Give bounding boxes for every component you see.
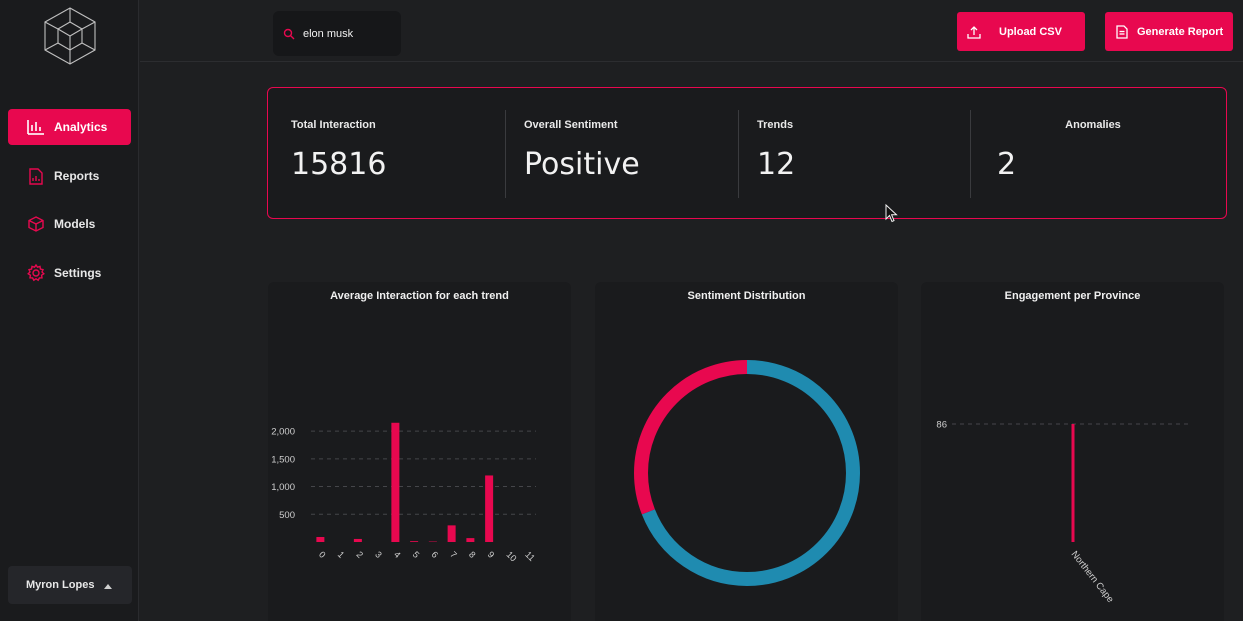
stat-anomalies: Anomalies 2 <box>997 110 1197 198</box>
mouse-cursor-icon <box>885 204 898 223</box>
y-tick-label: 86 <box>936 420 947 431</box>
search-box[interactable] <box>273 11 401 56</box>
stat-value: 2 <box>997 147 1017 182</box>
y-tick-label: 500 <box>279 510 295 521</box>
y-tick-label: 1,500 <box>271 454 295 465</box>
search-input[interactable] <box>303 27 393 40</box>
bar-chart-icon <box>26 117 46 137</box>
x-tick-label: 4 <box>392 549 403 560</box>
x-tick-label: Northern Cape <box>1069 549 1116 605</box>
sidebar-item-settings[interactable]: Settings <box>8 255 131 291</box>
user-name: Myron Lopes <box>26 579 95 591</box>
stat-divider <box>505 110 506 198</box>
upload-csv-label: Upload CSV <box>999 25 1062 38</box>
sidebar-item-reports[interactable]: Reports <box>8 158 131 194</box>
stat-overall-sentiment: Overall Sentiment Positive <box>524 110 724 198</box>
y-tick-label: 1,000 <box>271 482 295 493</box>
bar <box>447 525 456 542</box>
cube-icon <box>26 214 46 234</box>
sentiment-chart-card: Sentiment Distribution <box>595 282 898 621</box>
sidebar-item-label: Analytics <box>54 120 108 134</box>
stat-label: Overall Sentiment <box>524 119 618 131</box>
bar <box>485 475 494 542</box>
app-root: Analytics Reports Models Settings Myron … <box>0 0 1243 621</box>
stat-value: 12 <box>757 147 796 182</box>
bar <box>466 538 475 542</box>
stat-divider <box>738 110 739 198</box>
x-tick-label: 8 <box>467 549 478 560</box>
stat-divider <box>970 110 971 198</box>
province-bar-chart: 86 Northern Cape <box>936 420 1189 605</box>
upload-csv-button[interactable]: Upload CSV <box>957 12 1085 51</box>
generate-report-label: Generate Report <box>1137 25 1224 38</box>
stat-value: Positive <box>524 147 640 182</box>
avg-interaction-chart-card: Average Interaction for each trend 500 1,… <box>268 282 571 621</box>
sentiment-donut-chart <box>634 360 860 586</box>
x-tick-label: 9 <box>486 549 497 560</box>
stat-label: Trends <box>757 119 794 131</box>
caret-up-icon <box>104 583 113 589</box>
stat-value: 15816 <box>291 147 387 182</box>
x-tick-label: 3 <box>373 549 384 560</box>
bar <box>353 538 362 542</box>
x-tick-label: 5 <box>411 549 422 560</box>
y-tick-label: 2,000 <box>271 427 295 438</box>
bar <box>316 537 325 542</box>
stat-total-interaction: Total Interaction 15816 <box>291 110 491 198</box>
sidebar: Analytics Reports Models Settings Myron … <box>0 0 139 621</box>
bar <box>410 541 419 542</box>
gear-icon <box>26 263 46 283</box>
province-chart-card: Engagement per Province 86 Northern Cape <box>921 282 1224 621</box>
upload-icon <box>967 25 981 39</box>
search-icon <box>283 28 295 39</box>
x-tick-label: 11 <box>523 549 537 563</box>
sidebar-item-label: Models <box>54 217 96 231</box>
sidebar-item-analytics[interactable]: Analytics <box>8 109 131 145</box>
x-tick-label: 6 <box>429 549 440 560</box>
user-menu[interactable]: Myron Lopes <box>8 566 132 604</box>
bar <box>391 422 400 542</box>
document-icon <box>1116 24 1128 39</box>
stats-card: Total Interaction 15816 Overall Sentimen… <box>267 87 1227 219</box>
top-header: Upload CSV Generate Report <box>140 0 1243 62</box>
sidebar-item-models[interactable]: Models <box>8 206 131 242</box>
stat-label: Total Interaction <box>291 119 376 131</box>
cube-logo-icon[interactable] <box>42 6 98 66</box>
avg-interaction-bar-chart: 500 1,000 1,500 2,000 0 1 2 3 4 5 6 7 8 9 10 11 <box>271 422 537 563</box>
x-tick-label: 7 <box>448 549 459 560</box>
bar <box>1071 424 1075 542</box>
x-tick-label: 0 <box>317 549 328 560</box>
stat-trends: Trends 12 <box>757 110 957 198</box>
document-chart-icon <box>26 166 46 186</box>
x-tick-label: 1 <box>336 549 347 560</box>
sidebar-item-label: Reports <box>54 169 100 183</box>
x-tick-label: 2 <box>354 549 365 560</box>
generate-report-button[interactable]: Generate Report <box>1105 12 1233 51</box>
stat-label: Anomalies <box>1065 119 1121 131</box>
x-tick-label: 10 <box>504 549 518 563</box>
sidebar-item-label: Settings <box>54 266 102 280</box>
